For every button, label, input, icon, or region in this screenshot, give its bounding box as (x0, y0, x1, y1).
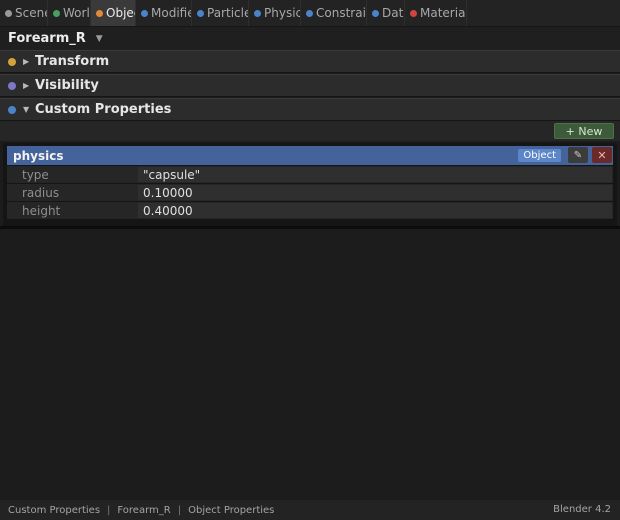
pencil-icon[interactable]: ✎ (568, 147, 588, 163)
tab-data[interactable]: Data (367, 0, 405, 26)
modifiers-icon (141, 9, 148, 17)
chevron-down-icon[interactable]: ▼ (96, 34, 103, 44)
tab-label: Constraints (316, 6, 366, 20)
breadcrumb-item: Object Properties (188, 504, 275, 516)
visibility-icon (8, 81, 16, 90)
tab-material[interactable]: Material (405, 0, 467, 26)
tab-constraints[interactable]: Constraints (301, 0, 367, 26)
property-group-badge: Object (518, 149, 561, 162)
data-icon (372, 9, 379, 17)
tab-particles[interactable]: Particles (192, 0, 249, 26)
tab-object[interactable]: Object (91, 0, 136, 26)
panel-visibility[interactable]: ▶ Visibility (0, 74, 620, 97)
tab-label: Particles (207, 6, 248, 20)
tab-label: Physics (264, 6, 300, 20)
tab-label: Material (420, 6, 466, 20)
breadcrumb-separator: | (107, 504, 111, 516)
close-icon[interactable]: ✕ (592, 147, 612, 163)
property-group-title: physics (13, 148, 64, 163)
property-row: height 0.40000 (7, 202, 613, 219)
breadcrumb-separator: | (177, 504, 182, 516)
breadcrumb: Custom Properties | Forearm_R | Object P… (8, 505, 274, 516)
physics-icon (254, 9, 261, 17)
object-name[interactable]: Forearm_R (8, 31, 86, 46)
chevron-right-icon: ▶ (23, 81, 30, 90)
breadcrumb-item: Forearm_R (117, 504, 171, 516)
scene-icon (5, 9, 12, 17)
panel-title: Visibility (35, 78, 99, 93)
property-group-header[interactable]: physics Object ✎ ✕ (7, 146, 613, 165)
material-icon (410, 9, 417, 17)
tab-world[interactable]: World (48, 0, 91, 26)
breadcrumb-item: Custom Properties (8, 504, 101, 516)
tab-label: World (63, 6, 90, 20)
property-value-field[interactable]: 0.10000 (138, 185, 612, 200)
property-value-field[interactable]: "capsule" (138, 167, 612, 182)
chevron-right-icon: ▶ (23, 57, 30, 66)
panel-title: Custom Properties (35, 102, 172, 117)
tab-physics[interactable]: Physics (249, 0, 301, 26)
property-key: type (22, 167, 49, 182)
property-row: radius 0.10000 (7, 184, 613, 201)
new-property-row: + New (0, 121, 620, 141)
property-key: height (22, 203, 61, 218)
object-icon (96, 9, 103, 17)
object-header: Forearm_R ▼ (0, 27, 620, 50)
panel-custom-properties[interactable]: ▼ Custom Properties (0, 98, 620, 121)
chevron-down-icon: ▼ (23, 105, 30, 114)
panel-title: Transform (35, 54, 110, 69)
version-label: Blender 4.2 (553, 504, 611, 515)
property-value-field[interactable]: 0.40000 (138, 203, 612, 218)
panel-transform[interactable]: ▶ Transform (0, 50, 620, 73)
property-group: physics Object ✎ ✕ type "capsule" radius… (3, 143, 617, 228)
transform-icon (8, 57, 16, 66)
property-key: radius (22, 185, 60, 200)
tab-label: Scene (15, 6, 47, 20)
divider (0, 226, 620, 229)
world-icon (53, 9, 60, 17)
tab-label: Modifiers (151, 6, 191, 20)
status-bar: Custom Properties | Forearm_R | Object P… (0, 500, 620, 520)
constraints-icon (306, 9, 313, 17)
tab-label: Data (382, 6, 404, 20)
particles-icon (197, 9, 204, 17)
tab-scene[interactable]: Scene (0, 0, 48, 26)
properties-tab-bar: Scene World Object Modifiers Particles P… (0, 0, 620, 27)
new-property-button[interactable]: + New (554, 123, 614, 139)
tab-modifiers[interactable]: Modifiers (136, 0, 192, 26)
custom-properties-icon (8, 105, 16, 114)
tab-label: Object (106, 6, 135, 20)
property-row: type "capsule" (7, 166, 613, 183)
